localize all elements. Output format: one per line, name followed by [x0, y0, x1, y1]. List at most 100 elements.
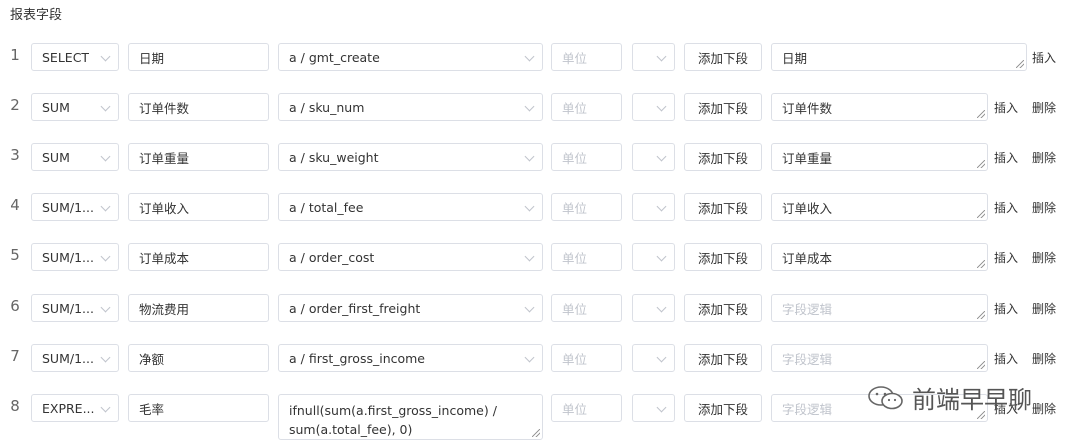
field-logic-textarea[interactable]: 订单收入: [771, 193, 988, 221]
unit-input[interactable]: 单位: [551, 143, 622, 171]
source-field-value: a / sku_weight: [289, 149, 379, 165]
row-number: 5: [10, 246, 20, 264]
field-logic-value: 日期: [782, 50, 808, 66]
source-field-select[interactable]: a / order_first_freight: [278, 294, 543, 322]
add-sub-field-button[interactable]: 添加下段: [684, 394, 762, 422]
unit-input[interactable]: 单位: [551, 294, 622, 322]
chevron-down-icon: [100, 201, 111, 212]
resize-handle-icon[interactable]: [977, 210, 985, 218]
chevron-down-icon: [656, 201, 667, 212]
source-field-value: a / order_first_freight: [289, 300, 421, 316]
field-name-input[interactable]: 日期: [128, 43, 269, 71]
aggregate-select[interactable]: SUM/1...: [31, 193, 119, 221]
format-select[interactable]: [632, 93, 675, 121]
chevron-down-icon: [100, 402, 111, 413]
unit-input[interactable]: 单位: [551, 193, 622, 221]
format-select[interactable]: [632, 43, 675, 71]
aggregate-select[interactable]: SUM/1...: [31, 243, 119, 271]
source-field-select[interactable]: a / sku_num: [278, 93, 543, 121]
source-field-select[interactable]: ifnull(sum(a.first_gross_income) / sum(a…: [278, 394, 543, 440]
field-name-input[interactable]: 订单成本: [128, 243, 269, 271]
chevron-down-icon: [524, 101, 535, 112]
field-row: 1 SELECT 日期 a / gmt_create 单位 添加下段 日期 插入: [0, 43, 1080, 73]
field-logic-value: 订单重量: [782, 150, 833, 166]
format-select[interactable]: [632, 294, 675, 322]
unit-input[interactable]: 单位: [551, 344, 622, 372]
field-logic-value: 订单件数: [782, 100, 833, 116]
unit-input[interactable]: 单位: [551, 243, 622, 271]
add-sub-field-button[interactable]: 添加下段: [684, 294, 762, 322]
resize-handle-icon[interactable]: [977, 110, 985, 118]
unit-input[interactable]: 单位: [551, 394, 622, 422]
source-field-value: a / sku_num: [289, 99, 365, 115]
insert-link[interactable]: 插入: [994, 149, 1018, 166]
delete-link[interactable]: 删除: [1032, 350, 1056, 367]
aggregate-select[interactable]: SUM/1...: [31, 344, 119, 372]
source-field-select[interactable]: a / order_cost: [278, 243, 543, 271]
unit-input[interactable]: 单位: [551, 93, 622, 121]
aggregate-select[interactable]: SUM/1...: [31, 294, 119, 322]
delete-link[interactable]: 删除: [1032, 99, 1056, 116]
add-sub-field-button[interactable]: 添加下段: [684, 344, 762, 372]
insert-link[interactable]: 插入: [1032, 49, 1056, 66]
source-field-select[interactable]: a / first_gross_income: [278, 344, 543, 372]
field-name-input[interactable]: 物流费用: [128, 294, 269, 322]
add-sub-field-button[interactable]: 添加下段: [684, 93, 762, 121]
field-row: 5 SUM/1... 订单成本 a / order_cost 单位 添加下段 订单成本 插入删…: [0, 243, 1080, 273]
field-name-value: 毛率: [139, 401, 165, 417]
aggregate-value: SELECT: [42, 49, 90, 65]
delete-link[interactable]: 删除: [1032, 199, 1056, 216]
add-sub-field-button[interactable]: 添加下段: [684, 243, 762, 271]
field-logic-textarea[interactable]: 字段逻辑: [771, 344, 988, 372]
aggregate-value: SUM/1...: [42, 199, 94, 215]
insert-link[interactable]: 插入: [994, 300, 1018, 317]
insert-link[interactable]: 插入: [994, 249, 1018, 266]
source-field-select[interactable]: a / sku_weight: [278, 143, 543, 171]
resize-handle-icon[interactable]: [977, 361, 985, 369]
format-select[interactable]: [632, 243, 675, 271]
resize-handle-icon[interactable]: [977, 260, 985, 268]
insert-link[interactable]: 插入: [994, 199, 1018, 216]
field-logic-textarea[interactable]: 字段逻辑: [771, 294, 988, 322]
source-field-select[interactable]: a / total_fee: [278, 193, 543, 221]
add-sub-field-button[interactable]: 添加下段: [684, 193, 762, 221]
field-row: 3 SUM 订单重量 a / sku_weight 单位 添加下段 订单重量 插入 删除: [0, 143, 1080, 173]
format-select[interactable]: [632, 394, 675, 422]
field-name-value: 物流费用: [139, 301, 190, 317]
format-select[interactable]: [632, 193, 675, 221]
field-name-input[interactable]: 订单重量: [128, 143, 269, 171]
field-name-input[interactable]: 订单件数: [128, 93, 269, 121]
resize-handle-icon[interactable]: [532, 429, 540, 437]
resize-handle-icon[interactable]: [977, 311, 985, 319]
format-select[interactable]: [632, 143, 675, 171]
add-sub-field-button[interactable]: 添加下段: [684, 143, 762, 171]
delete-link[interactable]: 删除: [1032, 300, 1056, 317]
chevron-down-icon: [100, 51, 111, 62]
unit-input[interactable]: 单位: [551, 43, 622, 71]
field-name-input[interactable]: 订单收入: [128, 193, 269, 221]
insert-link[interactable]: 插入: [994, 350, 1018, 367]
aggregate-select[interactable]: SUM: [31, 143, 119, 171]
delete-link[interactable]: 删除: [1032, 249, 1056, 266]
field-name-input[interactable]: 净额: [128, 344, 269, 372]
aggregate-value: SUM/1...: [42, 350, 94, 366]
aggregate-select[interactable]: EXPRE...: [31, 394, 119, 422]
field-logic-placeholder: 字段逻辑: [782, 351, 833, 367]
field-name-input[interactable]: 毛率: [128, 394, 269, 422]
field-logic-textarea[interactable]: 日期: [771, 43, 1027, 71]
format-select[interactable]: [632, 344, 675, 372]
delete-link[interactable]: 删除: [1032, 149, 1056, 166]
aggregate-select[interactable]: SUM: [31, 93, 119, 121]
delete-link[interactable]: 删除: [1032, 400, 1056, 417]
field-logic-textarea[interactable]: 订单件数: [771, 93, 988, 121]
aggregate-value: SUM: [42, 149, 70, 165]
field-logic-textarea[interactable]: 订单成本: [771, 243, 988, 271]
aggregate-select[interactable]: SELECT: [31, 43, 119, 71]
add-sub-field-button[interactable]: 添加下段: [684, 43, 762, 71]
resize-handle-icon[interactable]: [977, 160, 985, 168]
source-field-select[interactable]: a / gmt_create: [278, 43, 543, 71]
unit-placeholder: 单位: [562, 301, 588, 317]
insert-link[interactable]: 插入: [994, 99, 1018, 116]
field-logic-textarea[interactable]: 订单重量: [771, 143, 988, 171]
resize-handle-icon[interactable]: [1016, 60, 1024, 68]
